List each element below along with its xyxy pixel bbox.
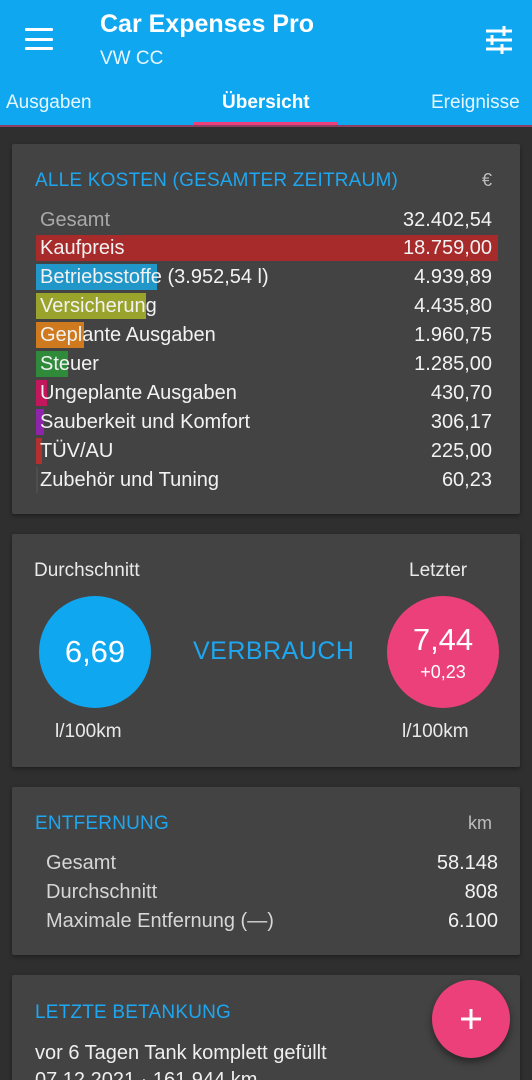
cost-label: Versicherung	[40, 295, 157, 317]
last-consumption-delta: +0,23	[420, 661, 466, 682]
cost-value: 4.435,80	[414, 295, 492, 317]
cost-row-tuev-au: TÜV/AU 225,00	[36, 438, 498, 466]
average-unit: l/100km	[55, 721, 122, 742]
cost-share-bar	[36, 467, 38, 493]
distance-row-total: Gesamt 58.148	[46, 852, 498, 880]
costs-card[interactable]: ALLE KOSTEN (GESAMTER ZEITRAUM) € Gesamt…	[12, 144, 520, 514]
cost-row-total: Gesamt 32.402,54	[36, 207, 498, 235]
cost-row-geplante-ausgaben: Geplante Ausgaben 1.960,75	[36, 322, 498, 350]
cost-label: Kaufpreis	[40, 237, 125, 259]
cost-row-zubehoer: Zubehör und Tuning 60,23	[36, 467, 498, 495]
distance-heading: ENTFERNUNG	[35, 813, 169, 834]
tab-ausgaben[interactable]: Ausgaben	[6, 92, 92, 114]
consumption-card[interactable]: Durchschnitt Letzter 6,69 VERBRAUCH 7,44…	[12, 534, 520, 767]
refuel-heading: LETZTE BETANKUNG	[35, 1002, 232, 1023]
currency-symbol: €	[481, 170, 492, 190]
cost-row-sauberkeit: Sauberkeit und Komfort 306,17	[36, 409, 498, 437]
cost-row-versicherung: Versicherung 4.435,80	[36, 293, 498, 321]
cost-label: Betriebsstoffe (3.952,54 l)	[40, 266, 269, 288]
consumption-title: VERBRAUCH	[193, 637, 355, 665]
cost-value: 32.402,54	[403, 209, 492, 231]
last-label: Letzter	[409, 560, 468, 581]
tab-ereignisse[interactable]: Ereignisse	[431, 92, 520, 114]
cost-label: TÜV/AU	[40, 440, 114, 462]
cost-label: Geplante Ausgaben	[40, 324, 216, 346]
last-unit: l/100km	[402, 721, 469, 742]
distance-row-average: Durchschnitt 808	[46, 881, 498, 909]
last-consumption-value: 7,44	[412, 621, 474, 657]
app-bar: Car Expenses Pro VW CC Ausgaben Übersich…	[0, 0, 532, 127]
cost-value: 18.759,00	[403, 237, 492, 259]
plus-icon	[461, 1009, 481, 1029]
cost-label: Steuer	[40, 353, 99, 375]
cost-value: 60,23	[441, 469, 492, 491]
cost-row-betriebsstoffe: Betriebsstoffe (3.952,54 l) 4.939,89	[36, 264, 498, 292]
menu-icon[interactable]	[22, 26, 56, 52]
cost-value: 1.960,75	[414, 324, 492, 346]
app-title: Car Expenses Pro	[100, 10, 314, 38]
distance-label: Maximale Entfernung (—)	[46, 910, 274, 932]
distance-row-maximum: Maximale Entfernung (—) 6.100	[46, 910, 498, 938]
costs-heading: ALLE KOSTEN (GESAMTER ZEITRAUM)	[35, 170, 399, 191]
tab-bar: Ausgaben Übersicht Ereignisse	[0, 84, 532, 127]
refuel-date-odometer: 07.12.2021 · 161.944 km	[35, 1069, 258, 1080]
cost-value: 1.285,00	[414, 353, 492, 375]
filter-settings-icon[interactable]	[482, 24, 516, 56]
distance-value: 6.100	[447, 910, 498, 932]
cost-label: Sauberkeit und Komfort	[40, 411, 251, 433]
average-consumption-value: 6,69	[64, 634, 126, 669]
cost-value: 430,70	[430, 382, 492, 404]
distance-unit: km	[468, 813, 492, 833]
cost-row-ungeplante-ausgaben: Ungeplante Ausgaben 430,70	[36, 380, 498, 408]
cost-label: Zubehör und Tuning	[40, 469, 220, 491]
distance-card[interactable]: ENTFERNUNG km Gesamt 58.148 Durchschnitt…	[12, 787, 520, 955]
tab-divider	[0, 125, 532, 127]
vehicle-name[interactable]: VW CC	[100, 48, 163, 70]
cost-value: 225,00	[430, 440, 492, 462]
last-consumption-circle: 7,44 +0,23	[387, 596, 499, 708]
tab-uebersicht[interactable]: Übersicht	[222, 92, 310, 114]
cost-label: Ungeplante Ausgaben	[40, 382, 237, 404]
cost-row-steuer: Steuer 1.285,00	[36, 351, 498, 379]
average-consumption-circle: 6,69	[39, 596, 151, 708]
cost-value: 306,17	[430, 411, 492, 433]
add-entry-button[interactable]	[432, 980, 510, 1058]
distance-label: Durchschnitt	[46, 881, 158, 903]
distance-value: 808	[464, 881, 498, 903]
refuel-description: vor 6 Tagen Tank komplett gefüllt	[35, 1042, 327, 1064]
average-label: Durchschnitt	[34, 560, 140, 581]
cost-value: 4.939,89	[414, 266, 492, 288]
distance-label: Gesamt	[46, 852, 117, 874]
distance-value: 58.148	[436, 852, 498, 874]
cost-label: Gesamt	[40, 209, 111, 231]
cost-row-kaufpreis: Kaufpreis 18.759,00	[36, 235, 498, 263]
